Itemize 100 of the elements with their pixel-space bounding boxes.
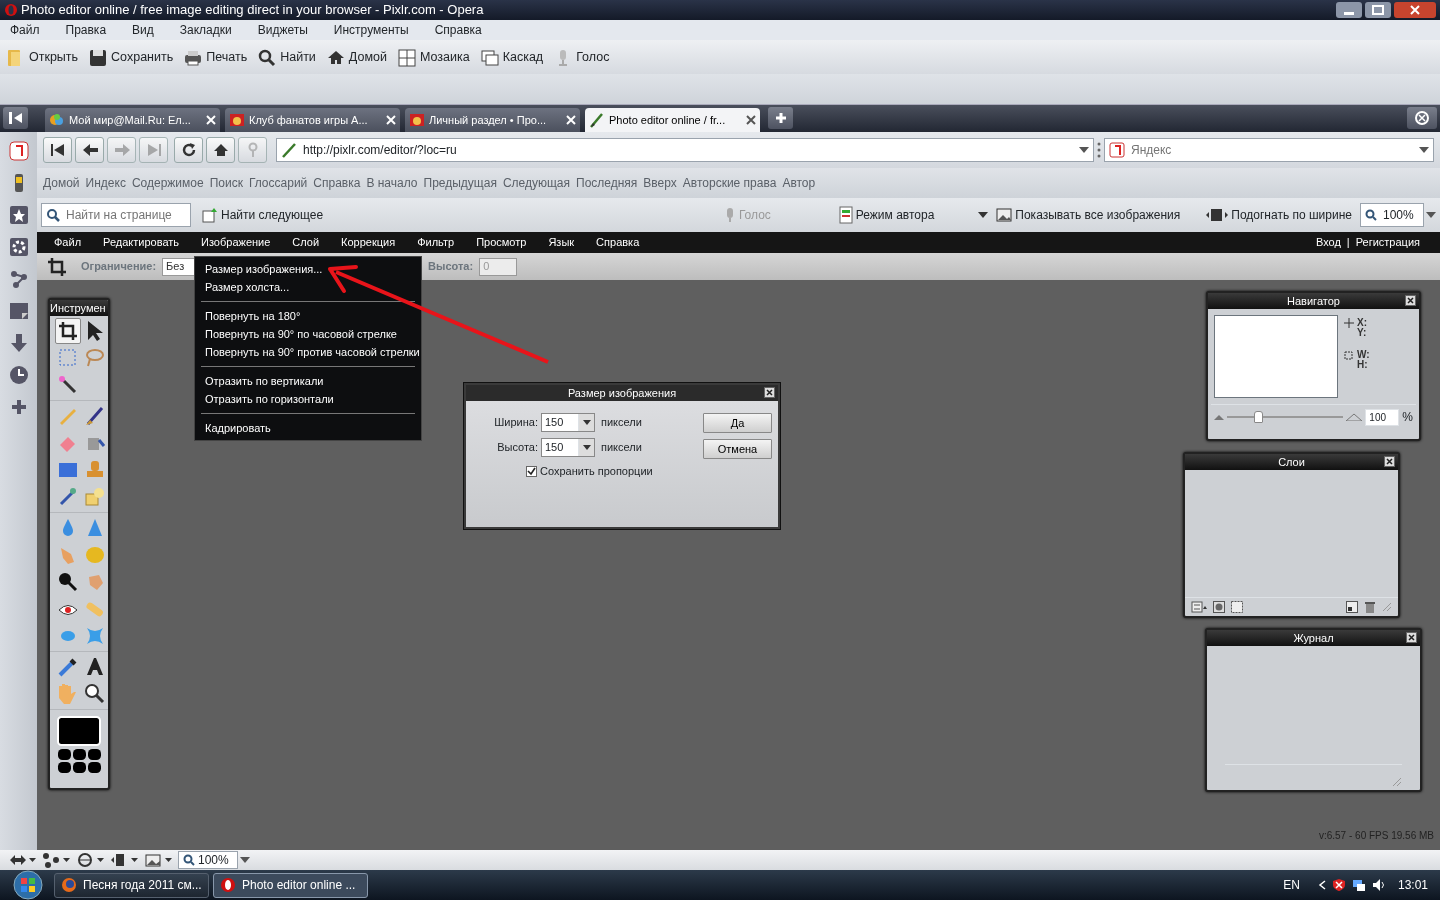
mode-button[interactable] xyxy=(57,762,71,773)
toolbar-button[interactable]: Мозаика xyxy=(396,47,470,67)
nav-link-item[interactable]: Индекс xyxy=(85,174,126,192)
app-menu-item[interactable]: Просмотр xyxy=(476,234,527,251)
app-menu-item[interactable]: Слой xyxy=(292,234,320,251)
mode-button[interactable] xyxy=(57,749,71,760)
menu-item[interactable]: Виджеты xyxy=(257,21,308,39)
clock-icon[interactable] xyxy=(7,364,30,386)
new-layer-icon[interactable] xyxy=(1231,601,1243,613)
nav-link-item[interactable]: Содержимое xyxy=(131,174,204,192)
find-next-button[interactable]: Найти следующее xyxy=(202,206,324,224)
menu-item[interactable]: Вид xyxy=(132,21,154,39)
nav-link-item[interactable]: Автор xyxy=(782,174,816,192)
toolbar-button[interactable]: Открыть xyxy=(6,47,79,67)
shield-icon[interactable] xyxy=(1331,878,1346,892)
nav-link-item[interactable]: Авторские права xyxy=(682,174,777,192)
status-button[interactable] xyxy=(42,852,70,868)
nav-link-item[interactable]: Предыдущая xyxy=(423,174,497,192)
close-icon[interactable] xyxy=(1384,456,1395,467)
menu-item[interactable]: Справка xyxy=(434,21,482,39)
status-button[interactable] xyxy=(110,852,138,868)
show-images-button[interactable]: Показывать все изображения xyxy=(996,206,1181,224)
app-menu-item[interactable]: Файл xyxy=(54,234,82,251)
dropdown-arrow-icon[interactable] xyxy=(1419,147,1429,153)
close-icon[interactable] xyxy=(1405,295,1416,306)
tool-button[interactable] xyxy=(55,318,81,344)
mask-icon[interactable] xyxy=(1213,601,1225,613)
mode-button[interactable] xyxy=(72,762,86,773)
app-menu-item[interactable]: Изображение xyxy=(201,234,271,251)
close-icon[interactable] xyxy=(1406,632,1417,643)
address-field[interactable]: http://pixlr.com/editor/?loc=ru xyxy=(276,138,1094,162)
menu-item[interactable]: Повернуть на 180° xyxy=(195,307,421,325)
nav-button[interactable] xyxy=(43,137,72,163)
gear-icon[interactable] xyxy=(7,236,30,258)
panel-toggle-button[interactable] xyxy=(3,107,28,129)
status-button[interactable] xyxy=(144,852,172,868)
close-icon[interactable] xyxy=(1394,2,1436,18)
find-field[interactable]: Найти на странице xyxy=(41,203,191,227)
size-spinner[interactable]: 150 xyxy=(541,413,595,432)
nav-link-item[interactable]: В начало xyxy=(366,174,418,192)
app-menu-item[interactable]: Язык xyxy=(548,234,575,251)
layer-settings-icon[interactable] xyxy=(1191,601,1207,613)
closed-tabs-button[interactable] xyxy=(1407,107,1437,129)
toolbar-button[interactable]: Печать xyxy=(183,47,248,67)
toolbar-button[interactable]: Найти xyxy=(257,47,316,67)
browser-tab[interactable]: Клуб фанатов игры А... xyxy=(225,108,400,132)
menu-item[interactable]: Отразить по горизонтали xyxy=(195,390,421,408)
color-swatch[interactable] xyxy=(57,716,101,746)
nav-button[interactable] xyxy=(174,137,203,163)
taskbar-button[interactable]: Photo editor online ... xyxy=(213,872,368,898)
nav-link-item[interactable]: Домой xyxy=(43,174,80,192)
menu-item[interactable]: Закладки xyxy=(179,21,232,39)
app-menu-item[interactable]: Справка xyxy=(596,234,640,251)
network-icon[interactable] xyxy=(1351,878,1366,892)
close-icon[interactable] xyxy=(746,115,756,125)
cancel-button[interactable]: Отмена xyxy=(703,439,772,459)
keep-ratio-checkbox[interactable]: Сохранить пропорции xyxy=(508,463,703,480)
ok-button[interactable]: Да xyxy=(703,413,772,433)
duplicate-icon[interactable] xyxy=(1346,601,1358,613)
taskbar-button[interactable]: Песня года 2011 см... xyxy=(54,872,209,898)
chevron-icon[interactable] xyxy=(1317,880,1326,890)
menu-item[interactable]: Повернуть на 90° против часовой стрелки xyxy=(195,343,421,361)
size-spinner[interactable]: 150 xyxy=(541,438,595,457)
menu-item[interactable]: Размер холста... xyxy=(195,278,421,296)
menu-item[interactable]: Кадрировать xyxy=(195,419,421,437)
status-button[interactable] xyxy=(8,852,36,868)
nav-link-item[interactable]: Поиск xyxy=(209,174,243,192)
nav-link-item[interactable]: Последняя xyxy=(576,174,638,192)
minimize-icon[interactable] xyxy=(1336,2,1362,18)
menu-item[interactable]: Инструменты xyxy=(333,21,409,39)
menu-item[interactable]: Правка xyxy=(65,21,107,39)
app-menu-item[interactable]: Фильтр xyxy=(417,234,455,251)
menu-item[interactable]: Повернуть на 90° по часовой стрелке xyxy=(195,325,421,343)
nav-button[interactable] xyxy=(206,137,235,163)
nav-link-item[interactable]: Вверх xyxy=(643,174,677,192)
dropdown-arrow-icon[interactable] xyxy=(1426,212,1436,218)
app-menu-item[interactable]: Коррекция xyxy=(341,234,396,251)
nav-link-item[interactable]: Следующая xyxy=(502,174,570,192)
author-mode-button[interactable]: Режим автора xyxy=(838,206,935,224)
menu-item[interactable]: Файл xyxy=(10,21,40,39)
zoom-field[interactable]: 100% xyxy=(178,851,238,869)
browser-tab[interactable]: Photo editor online / fr... xyxy=(585,108,760,132)
mode-button[interactable] xyxy=(87,762,101,773)
nav-link-item[interactable]: Справка xyxy=(313,174,361,192)
toolbar-button[interactable]: Каскад xyxy=(479,47,544,67)
zoom-input[interactable]: 100 xyxy=(1365,408,1400,426)
dropdown-arrow-icon[interactable] xyxy=(1079,147,1089,153)
register-link[interactable]: Регистрация xyxy=(1355,234,1420,251)
menu-item[interactable]: Отразить по вертикали xyxy=(195,372,421,390)
search-field[interactable]: Яндекс xyxy=(1104,138,1434,162)
browser-tab[interactable]: Личный раздел • Про... xyxy=(405,108,580,132)
toolbar-button[interactable]: Сохранить xyxy=(88,47,174,67)
note-icon[interactable] xyxy=(7,300,30,322)
dropdown-arrow-icon[interactable] xyxy=(978,212,989,218)
speaker-icon[interactable] xyxy=(1371,878,1386,892)
nav-link-item[interactable]: Глоссарий xyxy=(248,174,308,192)
mode-button[interactable] xyxy=(87,749,101,760)
toolbar-button[interactable]: Голос xyxy=(553,47,610,67)
app-menu-item[interactable]: Редактировать xyxy=(103,234,180,251)
language-indicator[interactable]: EN xyxy=(1283,876,1300,894)
